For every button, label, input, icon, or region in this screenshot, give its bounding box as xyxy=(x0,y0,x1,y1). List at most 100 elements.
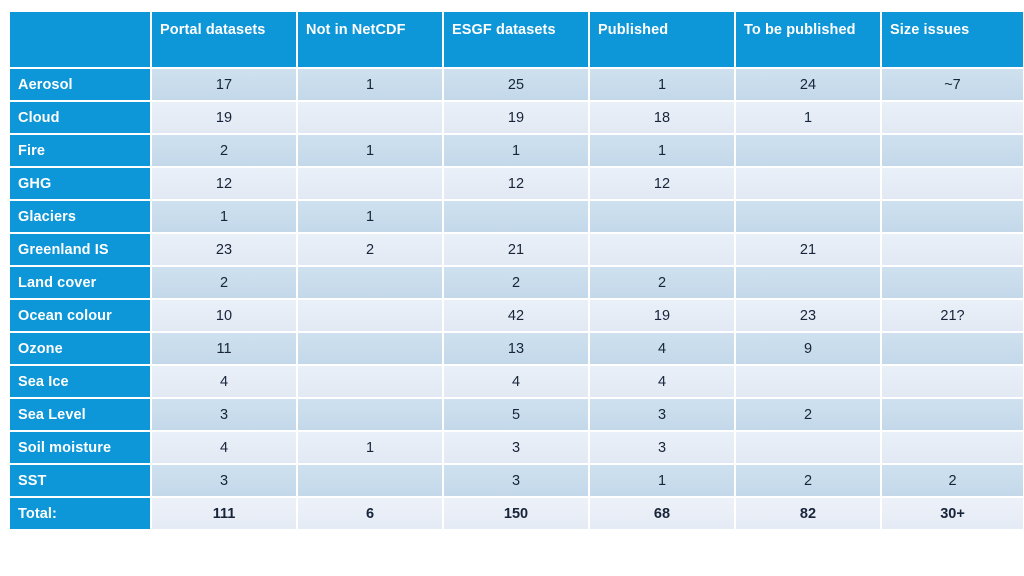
cell-sea-level-size-issues xyxy=(882,399,1023,430)
table-row: Sea Level 3 5 3 2 xyxy=(10,399,1023,430)
cell-sea-level-esgf-datasets: 5 xyxy=(444,399,588,430)
cell-aerosol-published: 1 xyxy=(590,69,734,100)
cell-ozone-portal-datasets: 11 xyxy=(152,333,296,364)
row-label-total: Total: xyxy=(10,498,150,529)
cell-sst-to-be-published: 2 xyxy=(736,465,880,496)
cell-aerosol-esgf-datasets: 25 xyxy=(444,69,588,100)
cell-greenland-is-not-in-netcdf: 2 xyxy=(298,234,442,265)
table-header: Portal datasets Not in NetCDF ESGF datas… xyxy=(10,12,1023,67)
cell-ocean-colour-portal-datasets: 10 xyxy=(152,300,296,331)
cell-soil-moisture-not-in-netcdf: 1 xyxy=(298,432,442,463)
cell-ghg-portal-datasets: 12 xyxy=(152,168,296,199)
table-header-row: Portal datasets Not in NetCDF ESGF datas… xyxy=(10,12,1023,67)
cell-sea-level-portal-datasets: 3 xyxy=(152,399,296,430)
cell-ocean-colour-esgf-datasets: 42 xyxy=(444,300,588,331)
cell-sst-not-in-netcdf xyxy=(298,465,442,496)
row-label-aerosol: Aerosol xyxy=(10,69,150,100)
cell-sea-level-to-be-published: 2 xyxy=(736,399,880,430)
cell-total-published: 68 xyxy=(590,498,734,529)
cell-cloud-portal-datasets: 19 xyxy=(152,102,296,133)
table-row: Aerosol 17 1 25 1 24 ~7 xyxy=(10,69,1023,100)
cell-sea-level-published: 3 xyxy=(590,399,734,430)
cell-aerosol-not-in-netcdf: 1 xyxy=(298,69,442,100)
header-cell-portal-datasets: Portal datasets xyxy=(152,12,296,67)
cell-aerosol-size-issues: ~7 xyxy=(882,69,1023,100)
cell-sst-published: 1 xyxy=(590,465,734,496)
cell-cloud-to-be-published: 1 xyxy=(736,102,880,133)
table-row: Soil moisture 4 1 3 3 xyxy=(10,432,1023,463)
cell-greenland-is-portal-datasets: 23 xyxy=(152,234,296,265)
cell-sst-portal-datasets: 3 xyxy=(152,465,296,496)
row-label-fire: Fire xyxy=(10,135,150,166)
cell-ghg-size-issues xyxy=(882,168,1023,199)
cell-soil-moisture-to-be-published xyxy=(736,432,880,463)
table-row: Land cover 2 2 2 xyxy=(10,267,1023,298)
cell-total-esgf-datasets: 150 xyxy=(444,498,588,529)
cell-ozone-esgf-datasets: 13 xyxy=(444,333,588,364)
cell-ocean-colour-published: 19 xyxy=(590,300,734,331)
cell-fire-portal-datasets: 2 xyxy=(152,135,296,166)
cell-fire-to-be-published xyxy=(736,135,880,166)
cell-land-cover-portal-datasets: 2 xyxy=(152,267,296,298)
table-row: Fire 2 1 1 1 xyxy=(10,135,1023,166)
cell-total-to-be-published: 82 xyxy=(736,498,880,529)
cell-fire-size-issues xyxy=(882,135,1023,166)
header-cell-corner xyxy=(10,12,150,67)
cell-land-cover-to-be-published xyxy=(736,267,880,298)
row-label-ozone: Ozone xyxy=(10,333,150,364)
cell-ozone-to-be-published: 9 xyxy=(736,333,880,364)
cell-sea-ice-published: 4 xyxy=(590,366,734,397)
cell-land-cover-published: 2 xyxy=(590,267,734,298)
datasets-table-container: Portal datasets Not in NetCDF ESGF datas… xyxy=(8,10,1023,531)
header-cell-to-be-published: To be published xyxy=(736,12,880,67)
table-row: Sea Ice 4 4 4 xyxy=(10,366,1023,397)
cell-ghg-not-in-netcdf xyxy=(298,168,442,199)
cell-fire-esgf-datasets: 1 xyxy=(444,135,588,166)
header-cell-esgf-datasets: ESGF datasets xyxy=(444,12,588,67)
table-row: Ozone 11 13 4 9 xyxy=(10,333,1023,364)
row-label-ocean-colour: Ocean colour xyxy=(10,300,150,331)
cell-ozone-published: 4 xyxy=(590,333,734,364)
cell-ocean-colour-size-issues: 21? xyxy=(882,300,1023,331)
row-label-ghg: GHG xyxy=(10,168,150,199)
row-label-land-cover: Land cover xyxy=(10,267,150,298)
cell-greenland-is-to-be-published: 21 xyxy=(736,234,880,265)
row-label-soil-moisture: Soil moisture xyxy=(10,432,150,463)
cell-total-portal-datasets: 111 xyxy=(152,498,296,529)
cell-soil-moisture-published: 3 xyxy=(590,432,734,463)
header-cell-published: Published xyxy=(590,12,734,67)
cell-greenland-is-size-issues xyxy=(882,234,1023,265)
cell-fire-published: 1 xyxy=(590,135,734,166)
cell-glaciers-size-issues xyxy=(882,201,1023,232)
cell-aerosol-to-be-published: 24 xyxy=(736,69,880,100)
cell-sea-ice-esgf-datasets: 4 xyxy=(444,366,588,397)
row-label-cloud: Cloud xyxy=(10,102,150,133)
cell-land-cover-esgf-datasets: 2 xyxy=(444,267,588,298)
row-label-greenland-is: Greenland IS xyxy=(10,234,150,265)
cell-ghg-esgf-datasets: 12 xyxy=(444,168,588,199)
cell-cloud-published: 18 xyxy=(590,102,734,133)
row-label-glaciers: Glaciers xyxy=(10,201,150,232)
cell-sea-ice-to-be-published xyxy=(736,366,880,397)
cell-ghg-published: 12 xyxy=(590,168,734,199)
table-row: Greenland IS 23 2 21 21 xyxy=(10,234,1023,265)
row-label-sst: SST xyxy=(10,465,150,496)
table-row: Glaciers 1 1 xyxy=(10,201,1023,232)
cell-soil-moisture-portal-datasets: 4 xyxy=(152,432,296,463)
cell-land-cover-size-issues xyxy=(882,267,1023,298)
cell-greenland-is-esgf-datasets: 21 xyxy=(444,234,588,265)
cell-cloud-size-issues xyxy=(882,102,1023,133)
cell-soil-moisture-esgf-datasets: 3 xyxy=(444,432,588,463)
cell-total-not-in-netcdf: 6 xyxy=(298,498,442,529)
cell-sea-ice-size-issues xyxy=(882,366,1023,397)
table-row: SST 3 3 1 2 2 xyxy=(10,465,1023,496)
cell-land-cover-not-in-netcdf xyxy=(298,267,442,298)
cell-sea-level-not-in-netcdf xyxy=(298,399,442,430)
table-total-row: Total: 111 6 150 68 82 30+ xyxy=(10,498,1023,529)
cell-ocean-colour-to-be-published: 23 xyxy=(736,300,880,331)
header-cell-not-in-netcdf: Not in NetCDF xyxy=(298,12,442,67)
cell-ozone-not-in-netcdf xyxy=(298,333,442,364)
table-row: Cloud 19 19 18 1 xyxy=(10,102,1023,133)
cell-ghg-to-be-published xyxy=(736,168,880,199)
cell-glaciers-to-be-published xyxy=(736,201,880,232)
